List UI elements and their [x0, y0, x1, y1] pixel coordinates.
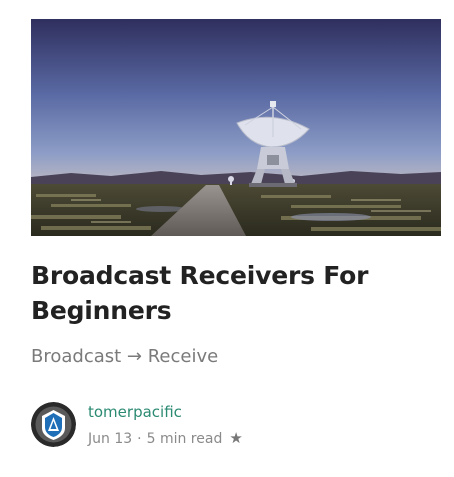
- author-avatar[interactable]: [31, 402, 76, 447]
- post-date: Jun 13: [88, 431, 133, 447]
- post-meta: Jun 13 · 5 min read ★: [88, 428, 243, 449]
- hero-image[interactable]: [31, 19, 441, 236]
- radio-telescope-image: [31, 19, 441, 236]
- star-icon[interactable]: ★: [229, 428, 242, 448]
- avatar-image: [31, 402, 76, 447]
- author-name-link[interactable]: tomerpacific: [88, 402, 182, 422]
- post-title[interactable]: Broadcast Receivers For Beginners: [31, 258, 431, 328]
- post-subtitle[interactable]: Broadcast → Receive: [31, 344, 431, 370]
- post-card: Broadcast Receivers For Beginners Broadc…: [0, 0, 454, 477]
- meta-separator: ·: [137, 431, 142, 447]
- read-time: 5 min read: [146, 431, 223, 447]
